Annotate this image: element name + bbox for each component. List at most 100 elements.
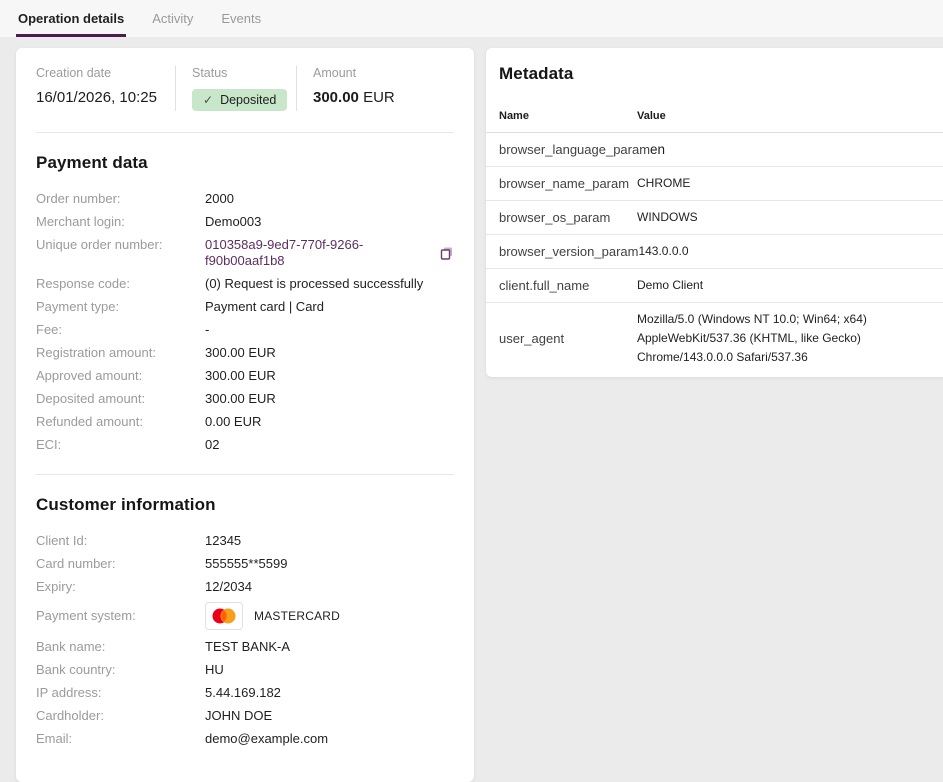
amount-currency: EUR xyxy=(363,89,395,106)
row-label: IP address: xyxy=(36,685,205,701)
metadata-value: CHROME xyxy=(637,174,930,193)
status-label: Status xyxy=(192,66,296,80)
row-unique-order-number: Unique order number: 010358a9-9ed7-770f-… xyxy=(36,237,454,269)
copy-icon[interactable] xyxy=(440,246,454,260)
mastercard-logo-icon xyxy=(205,602,243,630)
row-value: Payment card | Card xyxy=(205,299,324,315)
row-value: 02 xyxy=(205,437,219,453)
row-merchant-login: Merchant login: Demo003 xyxy=(36,214,454,230)
row-bank-country: Bank country: HU xyxy=(36,662,454,678)
row-email: Email: demo@example.com xyxy=(36,731,454,747)
row-label: Payment type: xyxy=(36,299,205,315)
metadata-value: Demo Client xyxy=(637,276,930,295)
status-badge-text: Deposited xyxy=(220,93,276,107)
row-deposited-amount: Deposited amount: 300.00 EUR xyxy=(36,391,454,407)
row-label: Expiry: xyxy=(36,579,205,595)
metadata-column-name: Name xyxy=(499,110,637,122)
amount-block: Amount 300.00 EUR xyxy=(296,66,454,111)
row-label: Refunded amount: xyxy=(36,414,205,430)
creation-date-label: Creation date xyxy=(36,66,159,80)
row-label: Card number: xyxy=(36,556,205,572)
amount-number: 300.00 xyxy=(313,89,359,106)
customer-information-rows: Client Id: 12345 Card number: 555555**55… xyxy=(16,515,474,747)
row-label: Client Id: xyxy=(36,533,205,549)
metadata-card: Metadata Name Value browser_language_par… xyxy=(486,48,943,377)
row-value: Demo003 xyxy=(205,214,261,230)
row-value: 0.00 EUR xyxy=(205,414,261,430)
metadata-table-header: Name Value xyxy=(486,84,943,133)
row-value: JOHN DOE xyxy=(205,708,272,724)
metadata-name: browser_os_param xyxy=(499,210,637,225)
operation-details-card: Creation date 16/01/2026, 10:25 Status ✓… xyxy=(16,48,474,782)
metadata-value: Mozilla/5.0 (Windows NT 10.0; Win64; x64… xyxy=(637,310,930,367)
row-value: 300.00 EUR xyxy=(205,345,276,361)
row-value: 300.00 EUR xyxy=(205,391,276,407)
creation-date-value: 16/01/2026, 10:25 xyxy=(36,89,159,106)
tab-activity[interactable]: Activity xyxy=(150,0,195,37)
row-fee: Fee: - xyxy=(36,322,454,338)
row-expiry: Expiry: 12/2034 xyxy=(36,579,454,595)
row-refunded-amount: Refunded amount: 0.00 EUR xyxy=(36,414,454,430)
metadata-name: client.full_name xyxy=(499,278,637,293)
row-value: 12/2034 xyxy=(205,579,252,595)
table-row: client.full_name Demo Client xyxy=(486,269,943,303)
metadata-value: 143.0.0.0 xyxy=(638,242,930,261)
row-approved-amount: Approved amount: 300.00 EUR xyxy=(36,368,454,384)
amount-label: Amount xyxy=(313,66,454,80)
table-row: browser_language_param en xyxy=(486,133,943,167)
check-icon: ✓ xyxy=(203,93,213,107)
row-label: Registration amount: xyxy=(36,345,205,361)
customer-information-title: Customer information xyxy=(36,495,454,515)
metadata-column-value: Value xyxy=(637,110,666,122)
row-value: 555555**5599 xyxy=(205,556,287,572)
metadata-name: user_agent xyxy=(499,331,637,346)
row-bank-name: Bank name: TEST BANK-A xyxy=(36,639,454,655)
metadata-value: WINDOWS xyxy=(637,208,930,227)
row-label: Unique order number: xyxy=(36,237,205,253)
row-label: Deposited amount: xyxy=(36,391,205,407)
row-value: 5.44.169.182 xyxy=(205,685,281,701)
row-value: 300.00 EUR xyxy=(205,368,276,384)
table-row: browser_name_param CHROME xyxy=(486,167,943,201)
row-response-code: Response code: (0) Request is processed … xyxy=(36,276,454,292)
row-payment-system: Payment system: MASTERCARD xyxy=(36,602,454,630)
metadata-name: browser_name_param xyxy=(499,176,637,191)
row-label: Fee: xyxy=(36,322,205,338)
status-badge: ✓ Deposited xyxy=(192,89,287,111)
divider xyxy=(36,132,454,133)
operation-summary: Creation date 16/01/2026, 10:25 Status ✓… xyxy=(16,48,474,111)
row-cardholder: Cardholder: JOHN DOE xyxy=(36,708,454,724)
metadata-title: Metadata xyxy=(499,64,930,84)
row-label: Order number: xyxy=(36,191,205,207)
row-label: Email: xyxy=(36,731,205,747)
row-label: Response code: xyxy=(36,276,205,292)
row-value: - xyxy=(205,322,209,338)
row-value: TEST BANK-A xyxy=(205,639,290,655)
payment-data-title: Payment data xyxy=(36,153,454,173)
table-row-user-agent: user_agent Mozilla/5.0 (Windows NT 10.0;… xyxy=(486,303,943,377)
metadata-name: browser_language_param xyxy=(499,142,650,157)
tab-bar: Operation details Activity Events xyxy=(0,0,943,37)
row-label: ECI: xyxy=(36,437,205,453)
payment-data-rows: Order number: 2000 Merchant login: Demo0… xyxy=(16,173,474,453)
status-block: Status ✓ Deposited xyxy=(175,66,296,111)
unique-order-number-link[interactable]: 010358a9-9ed7-770f-9266-f90b00aaf1b8 xyxy=(205,237,432,269)
row-client-id: Client Id: 12345 xyxy=(36,533,454,549)
tab-operation-details[interactable]: Operation details xyxy=(16,0,126,37)
row-label: Merchant login: xyxy=(36,214,205,230)
row-eci: ECI: 02 xyxy=(36,437,454,453)
table-row: browser_version_param 143.0.0.0 xyxy=(486,235,943,269)
row-label: Approved amount: xyxy=(36,368,205,384)
row-card-number: Card number: 555555**5599 xyxy=(36,556,454,572)
row-label: Bank country: xyxy=(36,662,205,678)
row-value: HU xyxy=(205,662,224,678)
row-payment-type: Payment type: Payment card | Card xyxy=(36,299,454,315)
row-value: 12345 xyxy=(205,533,241,549)
tab-events[interactable]: Events xyxy=(219,0,263,37)
row-registration-amount: Registration amount: 300.00 EUR xyxy=(36,345,454,361)
metadata-name: browser_version_param xyxy=(499,244,638,259)
divider xyxy=(36,474,454,475)
page-content: Creation date 16/01/2026, 10:25 Status ✓… xyxy=(0,37,943,782)
row-value: (0) Request is processed successfully xyxy=(205,276,423,292)
amount-value: 300.00 EUR xyxy=(313,89,454,106)
